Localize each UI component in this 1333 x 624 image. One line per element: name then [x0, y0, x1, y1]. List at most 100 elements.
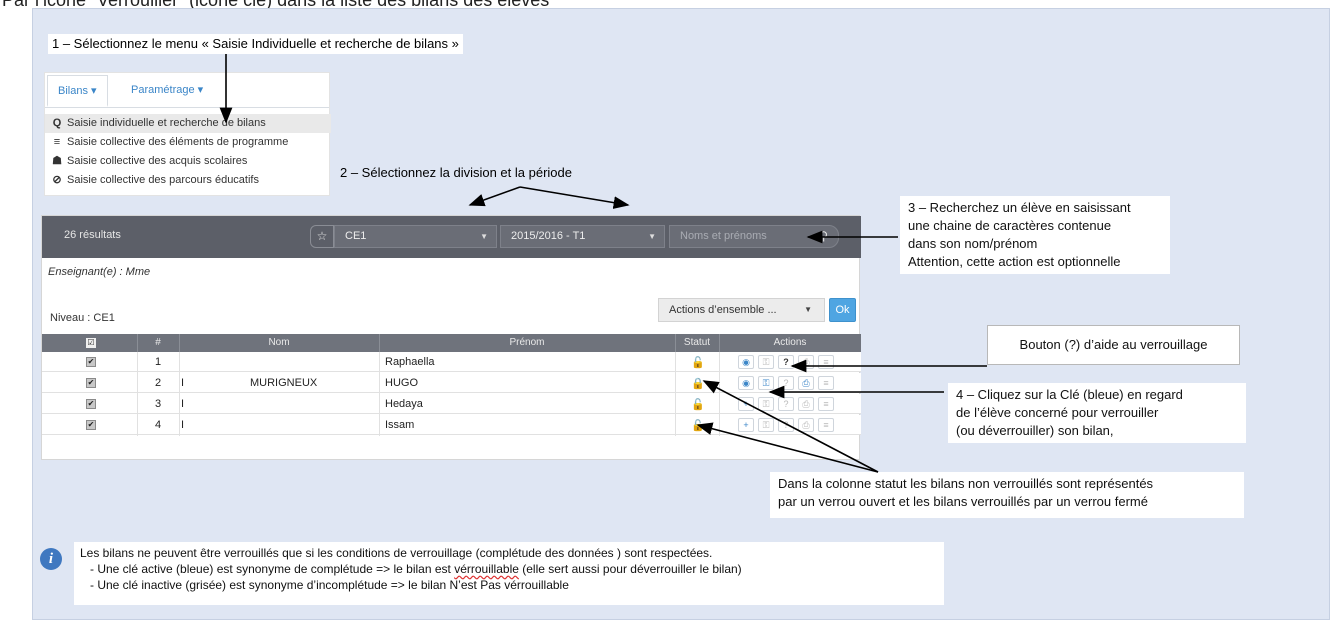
- view-eye-icon[interactable]: ◉: [738, 355, 754, 369]
- print-icon: ⎙: [798, 397, 814, 411]
- row-number: 1: [154, 356, 162, 368]
- callout-line: Attention, cette action est optionnelle: [908, 254, 1121, 269]
- bilans-menu-button[interactable]: Bilans ▾: [47, 75, 108, 107]
- column-divider: [379, 352, 380, 436]
- niveau-label: Niveau : CE1: [50, 312, 115, 324]
- status-callout: Dans la colonne statut les bilans non ve…: [770, 472, 1244, 518]
- info-text: - Une clé active (bleue) est synonyme de…: [90, 562, 455, 576]
- row-initial: I: [181, 377, 185, 389]
- menu-panel: Bilans ▾ Paramétrage ▾ Q Saisie individue…: [44, 72, 331, 196]
- key-icon: ⚿: [758, 418, 774, 432]
- unlocked-padlock-icon: 🔓: [691, 420, 705, 432]
- add-plus-icon[interactable]: +: [738, 418, 754, 432]
- step3-callout: 3 – Recherchez un élève en saisissant un…: [900, 196, 1170, 274]
- select-all-checkbox[interactable]: ☑: [86, 338, 96, 348]
- menu-item-elements-programme[interactable]: ≡ Saisie collective des éléments de progr…: [45, 133, 331, 152]
- parametrage-menu-button[interactable]: Paramétrage ▾: [121, 75, 213, 107]
- column-divider: [137, 352, 138, 436]
- bulk-actions-select[interactable]: Actions d’ensemble ... ▼: [658, 298, 825, 322]
- callout-line: de l’élève concerné pour verrouiller: [956, 405, 1159, 420]
- help-button-callout: Bouton (?) d’aide au verrouillage: [987, 325, 1240, 365]
- callout-line: une chaine de caractères contenue: [908, 218, 1112, 233]
- row-initial: [181, 352, 191, 372]
- row-nom: [250, 394, 370, 414]
- bulk-actions-value: Actions d’ensemble ...: [669, 304, 777, 316]
- menu-divider: [45, 107, 329, 108]
- step2-callout: 2 – Sélectionnez la division et la pério…: [340, 165, 572, 180]
- period-select[interactable]: 2015/2016 - T1 ▼: [500, 225, 665, 248]
- users-icon: ☗: [52, 155, 62, 167]
- menu-lines-icon: ≡: [818, 397, 834, 411]
- callout-line: dans son nom/prénom: [908, 236, 1038, 251]
- search-input[interactable]: [680, 230, 800, 242]
- row-prenom: Hedaya: [385, 398, 423, 410]
- menu-item-label: Saisie collective des parcours éducatifs: [67, 174, 259, 186]
- bilans-app-panel: 26 résultats ☆ CE1 ▼ 2015/2016 - T1 ▼ ⚲ …: [41, 215, 861, 460]
- info-line: Les bilans ne peuvent être verrouillés q…: [80, 546, 713, 560]
- col-header-prenom[interactable]: Prénom: [379, 334, 675, 352]
- callout-line: 4 – Cliquez sur la Clé (bleue) en regard: [956, 387, 1183, 402]
- row-nom: [250, 352, 370, 372]
- row-checkbox[interactable]: ✔: [86, 399, 96, 409]
- menu-item-acquis-scolaires[interactable]: ☗ Saisie collective des acquis scolaires: [45, 152, 331, 171]
- row-nom: MURIGNEUX: [250, 377, 318, 389]
- chevron-down-icon: ▼: [804, 305, 812, 314]
- key-icon[interactable]: ⚿: [758, 376, 774, 390]
- table-row[interactable]: ✔ 4 I Issam 🔓 + ⚿ ? ⎙ ≡: [42, 415, 861, 435]
- ok-button[interactable]: Ok: [829, 298, 856, 322]
- search-icon[interactable]: ⚲: [819, 226, 828, 247]
- info-text: vérrouillable: [454, 562, 519, 576]
- info-icon: i: [40, 548, 62, 570]
- view-eye-icon[interactable]: ◉: [738, 376, 754, 390]
- info-line: - Une clé active (bleue) est synonyme de…: [80, 561, 938, 577]
- print-icon[interactable]: ⎙: [798, 376, 814, 390]
- star-icon[interactable]: ☆: [310, 225, 334, 248]
- row-number: 2: [154, 377, 162, 389]
- menu-lines-icon: ≡: [818, 355, 834, 369]
- step1-callout: 1 – Sélectionnez le menu « Saisie Indivi…: [48, 34, 463, 54]
- table-row[interactable]: ✔ 2 I MURIGNEUX HUGO 🔒 ◉ ⚿ ? ⎙ ≡: [42, 373, 861, 393]
- print-icon: ⎙: [798, 418, 814, 432]
- key-icon: ⚿: [758, 355, 774, 369]
- division-value: CE1: [345, 230, 367, 242]
- col-header-statut: Statut: [683, 337, 711, 348]
- list-icon: ≡: [53, 136, 61, 148]
- row-checkbox[interactable]: ✔: [86, 378, 96, 388]
- locked-padlock-icon: 🔒: [691, 378, 705, 390]
- col-header-actions: Actions: [773, 337, 807, 348]
- menu-lines-icon: ≡: [818, 418, 834, 432]
- print-icon: ⎙: [798, 355, 814, 369]
- results-count: 26 résultats: [64, 229, 121, 241]
- help-lock-button[interactable]: ?: [778, 355, 794, 369]
- row-prenom: Raphaella: [385, 356, 435, 368]
- info-text: (elle sert aussi pour déverrouiller le b…: [518, 562, 742, 576]
- table-header: ☑ # Nom Prénom Statut Actions: [42, 334, 861, 352]
- callout-line: 3 – Recherchez un élève en saisissant: [908, 200, 1131, 215]
- help-lock-button: ?: [778, 418, 794, 432]
- teacher-label: Enseignant(e) : Mme: [48, 266, 151, 278]
- division-select[interactable]: CE1 ▼: [334, 225, 497, 248]
- col-header-number: #: [155, 337, 161, 348]
- add-plus-icon[interactable]: +: [738, 397, 754, 411]
- row-number: 4: [154, 419, 162, 431]
- step4-callout: 4 – Cliquez sur la Clé (bleue) en regard…: [948, 383, 1246, 443]
- menu-item-saisie-individuelle[interactable]: Q Saisie individuelle et recherche de bil…: [45, 114, 331, 133]
- menu-item-parcours-educatifs[interactable]: ⊘ Saisie collective des parcours éducatif…: [45, 171, 331, 190]
- help-lock-button: ?: [778, 376, 794, 390]
- info-note: Les bilans ne peuvent être verrouillés q…: [74, 542, 944, 605]
- row-checkbox[interactable]: ✔: [86, 357, 96, 367]
- menu-item-label: Saisie individuelle et recherche de bila…: [67, 117, 266, 129]
- row-initial: I: [181, 419, 185, 431]
- info-line: - Une clé inactive (grisée) est synonyme…: [90, 578, 569, 592]
- callout-line: Dans la colonne statut les bilans non ve…: [778, 476, 1154, 491]
- unlocked-padlock-icon: 🔓: [691, 399, 705, 411]
- menu-lines-icon: ≡: [818, 376, 834, 390]
- col-header-nom[interactable]: Nom: [179, 334, 379, 352]
- callout-line: (ou déverrouiller) son bilan,: [956, 423, 1114, 438]
- row-checkbox[interactable]: ✔: [86, 420, 96, 430]
- table-row[interactable]: ✔ 1 Raphaella 🔓 ◉ ⚿ ? ⎙ ≡: [42, 352, 861, 372]
- help-lock-button: ?: [778, 397, 794, 411]
- chevron-down-icon: ▼: [648, 232, 656, 241]
- table-row[interactable]: ✔ 3 I Hedaya 🔓 + ⚿ ? ⎙ ≡: [42, 394, 861, 414]
- student-search: ⚲: [669, 225, 839, 248]
